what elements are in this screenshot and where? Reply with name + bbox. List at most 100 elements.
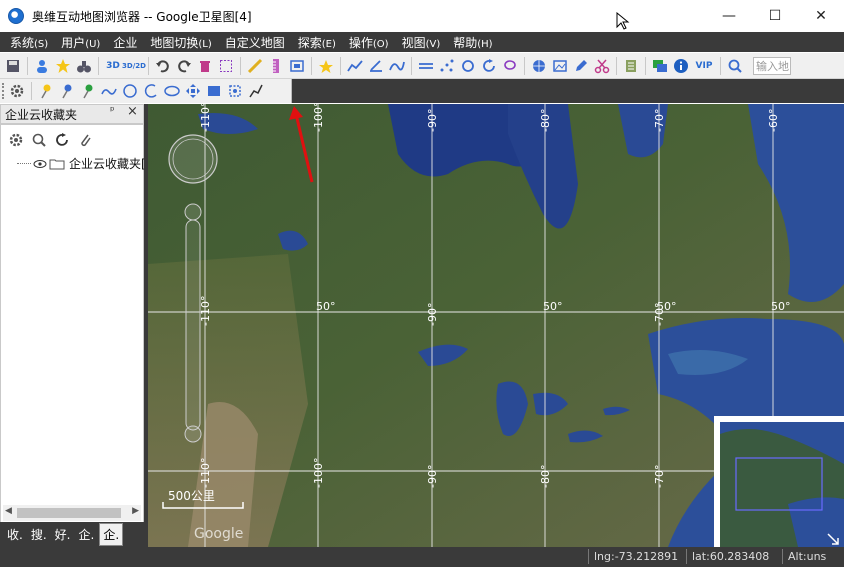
menu-item-accelerator: (U) [85,38,101,50]
ruler-icon[interactable] [267,57,285,75]
latitude-readout: lat:60.283408 [692,550,770,563]
scrollbar-thumb[interactable] [17,508,121,518]
chat-icon[interactable] [651,57,669,75]
menu-item[interactable]: 探索(E) [298,34,336,51]
longitude-label: -100° [312,458,325,488]
parallel-lines-icon[interactable] [417,57,435,75]
scroll-right-icon[interactable]: ▶ [132,506,139,516]
menu-item[interactable]: 视图(V) [402,34,441,51]
settings-gear-icon[interactable] [8,82,26,100]
menu-item[interactable]: 用户(U) [61,34,100,51]
toolbar-separator [645,56,646,75]
points-icon[interactable] [438,57,456,75]
overview-minimap[interactable] [714,416,844,547]
arc-icon[interactable] [142,82,160,100]
binoculars-icon[interactable] [75,57,93,75]
longitude-label: -80° [539,465,552,488]
satellite-map[interactable]: -110° -100° -90° -80° -70° -60° -110° -90° -70° -… [148,104,844,547]
menu-item[interactable]: 企业 [113,34,137,51]
visibility-eye-icon[interactable] [33,158,47,170]
menu-item[interactable]: 操作(O) [349,34,389,51]
panel-tab[interactable]: 收. [4,524,26,545]
panel-tabs: 收. 搜. 好. 企. 企. [0,522,146,547]
polyline-icon[interactable] [100,82,118,100]
map-view[interactable]: -110° -100° -90° -80° -70° -60° -110° -90° -70° -… [148,104,844,547]
attachment-icon[interactable] [76,131,94,149]
panel-tab[interactable]: 企. [75,524,97,545]
green-pin-icon[interactable] [79,82,97,100]
panel-close-button[interactable]: × [127,104,138,119]
sync-icon[interactable] [53,131,71,149]
rotate-icon[interactable] [459,57,477,75]
save-icon[interactable] [4,57,22,75]
favorite-star-icon[interactable] [54,57,72,75]
blue-pin-icon[interactable] [58,82,76,100]
search-icon[interactable] [726,57,744,75]
region-select-icon[interactable] [226,82,244,100]
tree-connector [17,163,31,164]
select-rectangle-icon[interactable] [217,57,235,75]
toolbar-grip[interactable] [2,83,5,99]
menu-item[interactable]: 系统(S) [10,34,48,51]
longitude-label: -70° [653,465,666,488]
3d-view-button[interactable]: 3D [104,57,122,75]
measure-distance-icon[interactable] [246,57,264,75]
undo-icon[interactable] [154,57,172,75]
menu-item[interactable]: 自定义地图 [225,34,285,51]
redo-icon[interactable] [175,57,193,75]
scissors-icon[interactable] [593,57,611,75]
info-icon[interactable] [672,57,690,75]
longitude-label: -90° [426,465,439,488]
maximize-button[interactable]: ☐ [752,0,798,32]
ellipse-icon[interactable] [163,82,181,100]
minimize-button[interactable]: — [706,0,752,32]
search-icon[interactable] [30,131,48,149]
globe-icon[interactable] [530,57,548,75]
panel-tab[interactable]: 搜. [28,524,50,545]
3d-2d-toggle-button[interactable]: 3D/2D [122,57,146,75]
smooth-track-icon[interactable] [388,57,406,75]
menu-item-label: 企业 [113,35,138,50]
user-icon[interactable] [33,57,51,75]
menu-item-label: 视图 [401,35,426,50]
rectangle-icon[interactable] [205,82,223,100]
add-favorite-icon[interactable] [317,57,335,75]
scroll-left-icon[interactable]: ◀ [5,506,12,516]
status-bar: lng:-73.212891 lat:60.283408 Alt:uns [0,547,844,567]
panel-tab[interactable]: 好. [52,524,74,545]
tree-item[interactable]: 企业云收藏夹[ [17,155,146,172]
toolbar-background [292,79,844,103]
track-line-icon[interactable] [346,57,364,75]
menu-item[interactable]: 地图切换(L) [150,34,211,51]
close-button[interactable]: ✕ [798,0,844,32]
status-separator [686,549,687,564]
zoom-slider[interactable] [184,203,202,443]
circle-icon[interactable] [121,82,139,100]
toolbar-separator [411,56,412,75]
compass-control[interactable] [168,134,218,184]
delete-icon[interactable] [196,57,214,75]
document-icon[interactable] [622,57,640,75]
image-icon[interactable] [551,57,569,75]
vip-button[interactable]: VIP [693,57,715,75]
screen-icon[interactable] [288,57,306,75]
panel-tab[interactable]: 企. [99,523,124,546]
panel-pin-button[interactable]: ᵖ [110,104,115,117]
search-input[interactable]: 输入地 [753,56,791,75]
settings-gear-icon[interactable] [7,131,25,149]
favorites-panel: 企业云收藏夹[ ◀ ▶ [0,124,146,547]
longitude-label: -110° [199,296,212,326]
toolbar-separator [31,82,32,100]
edit-track-icon[interactable] [367,57,385,75]
menu-item-accelerator: (L) [198,38,212,50]
pencil-icon[interactable] [572,57,590,75]
refresh-icon[interactable] [480,57,498,75]
scale-label: 500公里 [168,489,215,503]
path-edit-icon[interactable] [247,82,265,100]
lasso-icon[interactable] [501,57,519,75]
menu-item[interactable]: 帮助(H) [453,34,492,51]
yellow-pin-icon[interactable] [37,82,55,100]
horizontal-scrollbar[interactable]: ◀ ▶ [3,505,141,521]
pan-icon[interactable] [184,82,202,100]
latitude-label: 50° [316,300,336,313]
